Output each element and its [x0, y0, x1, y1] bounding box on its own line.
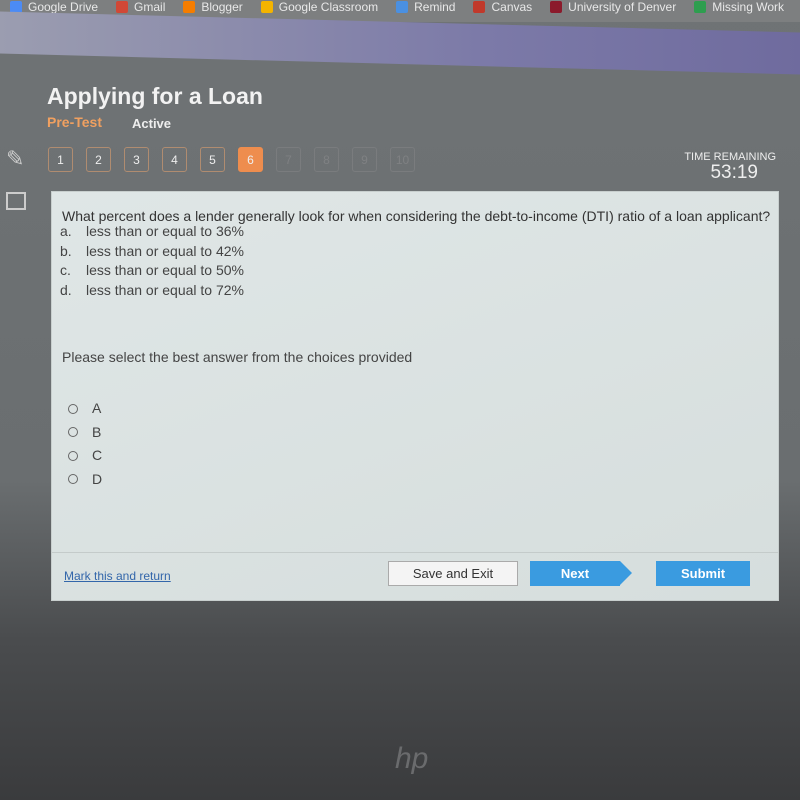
question-2-button[interactable]: 2 — [86, 147, 111, 172]
next-arrow-icon[interactable] — [620, 561, 632, 585]
question-10-button: 10 — [390, 147, 415, 172]
question-panel: What percent does a lender generally loo… — [52, 192, 778, 600]
submit-button[interactable]: Submit — [656, 561, 750, 586]
bookmark-label: Missing Work — [712, 0, 785, 14]
bookmark-icon — [116, 1, 129, 13]
question-8-button: 8 — [314, 147, 339, 172]
bookmark-label: Remind — [414, 0, 456, 14]
radio-icon[interactable] — [68, 474, 78, 485]
mark-and-return-link[interactable]: Mark this and return — [64, 569, 171, 583]
bookmark-missing-work[interactable]: Missing Work — [694, 0, 784, 14]
option-a[interactable]: A — [68, 397, 102, 421]
option-c[interactable]: C — [68, 444, 102, 468]
question-1-button[interactable]: 1 — [48, 147, 73, 172]
activity-type: Pre-Test — [47, 114, 102, 130]
answer-options: A B C D — [68, 397, 102, 491]
choice-list: a. less than or equal to 36% b. less than … — [60, 222, 244, 300]
question-9-button: 9 — [352, 147, 377, 172]
status-label: Active — [132, 116, 172, 131]
page-title: Applying for a Loan — [47, 83, 263, 109]
bookmark-icon — [473, 1, 486, 13]
bookmark-label: Canvas — [491, 0, 533, 14]
bookmark-label: Blogger — [201, 0, 243, 14]
question-4-button[interactable]: 4 — [162, 147, 187, 172]
bookmark-label: Google Classroom — [278, 0, 379, 14]
next-button[interactable]: Next — [530, 561, 620, 586]
question-nav: 1 2 3 4 5 6 7 8 9 10 — [48, 147, 415, 172]
radio-icon[interactable] — [68, 427, 78, 438]
choice: b. less than or equal to 42% — [60, 242, 244, 259]
choice: a. less than or equal to 36% — [60, 223, 244, 239]
bookmark-remind[interactable]: Remind — [396, 0, 455, 14]
option-d[interactable]: D — [68, 468, 102, 492]
calculator-icon[interactable] — [6, 192, 26, 210]
footer-bar: Mark this and return Save and Exit Next … — [52, 552, 778, 601]
bookmark-google-classroom[interactable]: Google Classroom — [260, 0, 379, 14]
choice: c. less than or equal to 50% — [60, 262, 244, 278]
bookmark-label: University of Denver — [568, 0, 677, 14]
bookmark-icon — [183, 1, 196, 13]
option-b[interactable]: B — [68, 421, 102, 445]
timer-value: 53:19 — [710, 162, 758, 183]
question-6-button[interactable]: 6 — [238, 147, 263, 172]
bookmark-icon — [260, 1, 273, 13]
bookmark-icon — [694, 1, 707, 13]
bookmark-gmail[interactable]: Gmail — [116, 0, 165, 14]
bookmark-icon — [396, 1, 409, 13]
bookmark-label: Gmail — [134, 0, 166, 14]
question-5-button[interactable]: 5 — [200, 147, 225, 172]
pencil-icon[interactable]: ✎ — [6, 146, 24, 172]
radio-icon[interactable] — [68, 450, 78, 461]
bookmark-university-of-denver[interactable]: University of Denver — [550, 0, 676, 14]
radio-icon[interactable] — [68, 403, 78, 414]
save-and-exit-button[interactable]: Save and Exit — [388, 561, 518, 586]
bookmark-icon — [550, 1, 563, 13]
bookmark-canvas[interactable]: Canvas — [473, 0, 532, 14]
hp-logo: hp — [395, 742, 429, 775]
question-3-button[interactable]: 3 — [124, 147, 149, 172]
instruction-text: Please select the best answer from the c… — [62, 349, 413, 365]
bookmark-blogger[interactable]: Blogger — [183, 0, 243, 14]
choice: d. less than or equal to 72% — [60, 281, 244, 298]
question-7-button: 7 — [276, 147, 301, 172]
